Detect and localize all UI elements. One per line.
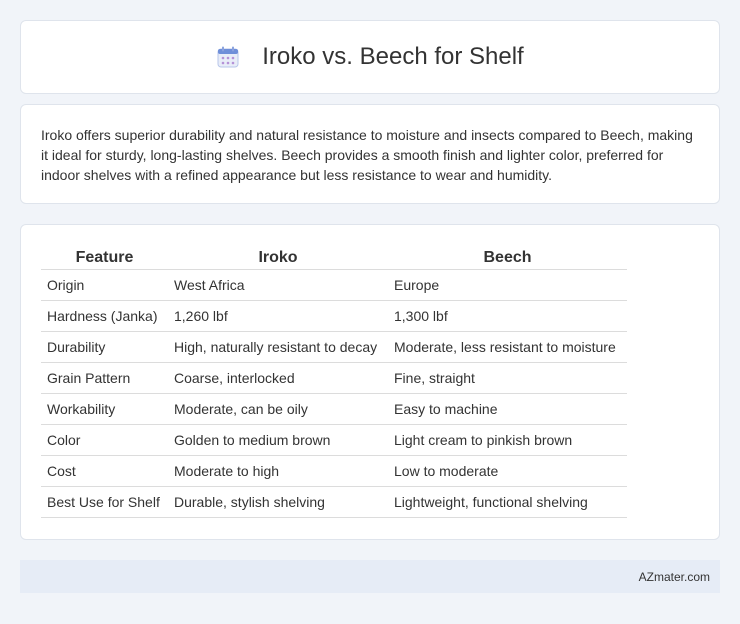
feature-cell: Durability <box>41 331 168 363</box>
feature-cell: Origin <box>41 269 168 301</box>
iroko-cell: West Africa <box>168 269 388 301</box>
feature-cell: Cost <box>41 455 168 487</box>
calendar-icon <box>216 45 240 69</box>
title-card: Iroko vs. Beech for Shelf <box>20 20 720 94</box>
table-row: Cost Moderate to high Low to moderate <box>41 455 627 487</box>
table-row: Color Golden to medium brown Light cream… <box>41 424 627 456</box>
table-row: Best Use for Shelf Durable, stylish shel… <box>41 486 627 518</box>
page-title: Iroko vs. Beech for Shelf <box>262 43 524 70</box>
beech-cell: 1,300 lbf <box>388 300 627 332</box>
table-row: Origin West Africa Europe <box>41 269 627 301</box>
feature-cell: Best Use for Shelf <box>41 486 168 518</box>
comparison-table: Feature Iroko Beech Origin West Africa E… <box>41 245 627 518</box>
iroko-cell: Moderate, can be oily <box>168 393 388 425</box>
beech-cell: Europe <box>388 269 627 301</box>
title-wrap: Iroko vs. Beech for Shelf <box>216 43 524 71</box>
beech-cell: Moderate, less resistant to moisture <box>388 331 627 363</box>
table-row: Hardness (Janka) 1,260 lbf 1,300 lbf <box>41 300 627 332</box>
beech-cell: Fine, straight <box>388 362 627 394</box>
table-row: Grain Pattern Coarse, interlocked Fine, … <box>41 362 627 394</box>
table-row: Workability Moderate, can be oily Easy t… <box>41 393 627 425</box>
header-beech: Beech <box>388 245 627 270</box>
iroko-cell: High, naturally resistant to decay <box>168 331 388 363</box>
header-iroko: Iroko <box>168 245 388 270</box>
description-text: Iroko offers superior durability and nat… <box>41 127 693 183</box>
feature-cell: Color <box>41 424 168 456</box>
comparison-card: Feature Iroko Beech Origin West Africa E… <box>20 224 720 540</box>
beech-cell: Low to moderate <box>388 455 627 487</box>
feature-cell: Workability <box>41 393 168 425</box>
iroko-cell: Coarse, interlocked <box>168 362 388 394</box>
iroko-cell: Golden to medium brown <box>168 424 388 456</box>
footer-site-link[interactable]: AZmater.com <box>639 570 710 584</box>
iroko-cell: 1,260 lbf <box>168 300 388 332</box>
footer-bar: AZmater.com <box>20 560 720 593</box>
iroko-cell: Durable, stylish shelving <box>168 486 388 518</box>
feature-cell: Grain Pattern <box>41 362 168 394</box>
beech-cell: Easy to machine <box>388 393 627 425</box>
description-card: Iroko offers superior durability and nat… <box>20 104 720 204</box>
feature-cell: Hardness (Janka) <box>41 300 168 332</box>
table-header-row: Feature Iroko Beech <box>41 245 627 270</box>
table-row: Durability High, naturally resistant to … <box>41 331 627 363</box>
beech-cell: Light cream to pinkish brown <box>388 424 627 456</box>
beech-cell: Lightweight, functional shelving <box>388 486 627 518</box>
iroko-cell: Moderate to high <box>168 455 388 487</box>
header-feature: Feature <box>41 245 168 270</box>
